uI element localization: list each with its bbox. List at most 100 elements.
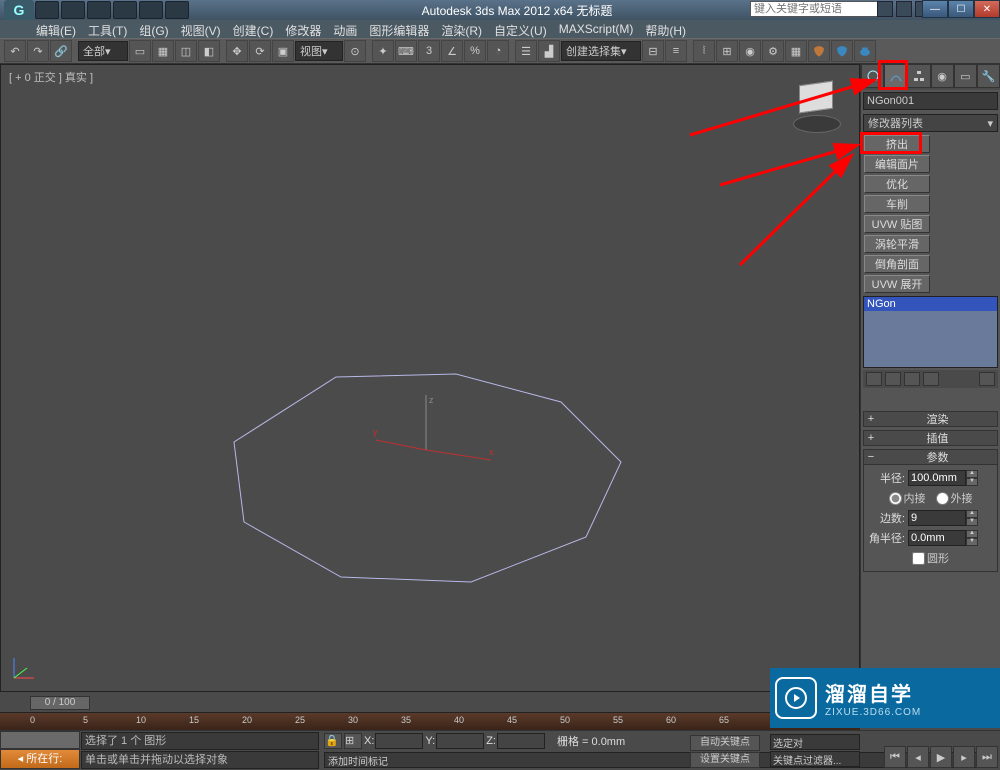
show-result-button[interactable] [885,372,901,386]
snap-button[interactable]: 3 [418,40,440,62]
modifier-stack[interactable]: NGon [863,296,998,368]
tab-motion[interactable]: ◉ [931,64,954,88]
maximize-button[interactable]: ☐ [948,0,974,18]
percent-snap-button[interactable]: % [464,40,486,62]
link-button[interactable]: 🔗 [50,40,72,62]
next-frame-button[interactable]: ▸ [953,746,975,768]
keyfilter-dropdown[interactable]: 选定对 [770,734,860,750]
scale-button[interactable]: ▣ [272,40,294,62]
material-editor-button[interactable]: ◉ [739,40,761,62]
coord-x-input[interactable] [375,733,423,749]
keyboard-button[interactable]: ⌨ [395,40,417,62]
help-search-input[interactable] [750,1,890,17]
play-button[interactable]: ▶ [930,746,952,768]
menu-view[interactable]: 视图(V) [175,20,227,38]
menu-animation[interactable]: 动画 [327,20,363,38]
viewcube[interactable] [789,79,845,135]
pivot-button[interactable]: ⊙ [344,40,366,62]
pin-stack-button[interactable] [866,372,882,386]
teapot-icon[interactable] [854,40,876,62]
angle-snap-button[interactable]: ∠ [441,40,463,62]
minimize-button[interactable]: — [922,0,948,18]
object-name-input[interactable] [863,92,998,110]
manipulate-button[interactable]: ✦ [372,40,394,62]
align-button[interactable]: ⊟ [642,40,664,62]
goto-start-button[interactable]: ⏮ [884,746,906,768]
qat-button[interactable] [87,1,111,19]
spinner-down[interactable]: ▼ [966,538,978,546]
stack-item-ngon[interactable]: NGon [864,297,997,311]
spinner-down[interactable]: ▼ [966,518,978,526]
setkey-button[interactable]: 设置关键点 [690,752,760,768]
tab-hierarchy[interactable] [907,64,930,88]
menu-customize[interactable]: 自定义(U) [488,20,553,38]
circular-checkbox[interactable] [912,552,925,565]
menu-create[interactable]: 创建(C) [227,20,280,38]
qat-button[interactable] [61,1,85,19]
timeline-ruler[interactable]: 0 5 10 15 20 25 30 35 40 45 50 55 60 65 … [0,712,860,730]
sides-input[interactable] [908,510,966,526]
rollout-render-header[interactable]: +渲染 [863,411,998,427]
autokey-button[interactable]: 自动关键点 [690,735,760,751]
undo-button[interactable]: ↶ [4,40,26,62]
maxscript-line-button[interactable]: ◂ 所在行: [0,749,80,769]
modifier-list-dropdown[interactable]: 修改器列表▾ [863,114,998,132]
schematic-button[interactable]: ⊞ [716,40,738,62]
named-sel-button[interactable]: ☰ [515,40,537,62]
modifier-lathe-button[interactable]: 车削 [864,195,930,213]
spinner-up[interactable]: ▲ [966,470,978,478]
menu-modifiers[interactable]: 修改器 [279,20,327,38]
tab-utilities[interactable]: 🔧 [977,64,1000,88]
make-unique-button[interactable] [904,372,920,386]
menu-render[interactable]: 渲染(R) [435,20,488,38]
keyfilter-button[interactable]: 关键点过滤器... [770,751,860,767]
menu-edit[interactable]: 编辑(E) [30,20,82,38]
modifier-turbosmooth-button[interactable]: 涡轮平滑 [864,235,930,253]
spinner-up[interactable]: ▲ [966,510,978,518]
remove-mod-button[interactable] [923,372,939,386]
curve-editor-button[interactable]: ⦚ [693,40,715,62]
spinner-up[interactable]: ▲ [966,530,978,538]
qat-button[interactable] [165,1,189,19]
infocenter-icon[interactable] [896,1,912,17]
render-button[interactable] [808,40,830,62]
coord-z-input[interactable] [497,733,545,749]
layers-button[interactable]: ≡ [665,40,687,62]
modifier-editpatch-button[interactable]: 编辑面片 [864,155,930,173]
modifier-bevelprofile-button[interactable]: 倒角剖面 [864,255,930,273]
window-crossing-button[interactable]: ◧ [198,40,220,62]
rotate-button[interactable]: ⟳ [249,40,271,62]
spinner-snap-button[interactable]: ◔ [487,40,509,62]
app-icon[interactable]: G [4,0,34,20]
infocenter-icon[interactable] [877,1,893,17]
rollout-interp-header[interactable]: +插值 [863,430,998,446]
tab-display[interactable]: ▭ [954,64,977,88]
coord-y-input[interactable] [436,733,484,749]
modifier-uvwmap-button[interactable]: UVW 贴图 [864,215,930,233]
menu-tools[interactable]: 工具(T) [82,20,133,38]
mini-listener[interactable] [0,731,80,749]
qat-button[interactable] [139,1,163,19]
lock-icon[interactable]: 🔒 [324,733,342,749]
circumscribed-radio[interactable] [936,492,949,505]
rollout-params-header[interactable]: −参数 [863,449,998,465]
menu-group[interactable]: 组(G) [133,20,174,38]
viewport-perspective[interactable]: [ + 0 正交 ] 真实 ] z x y [0,64,860,692]
select-region-button[interactable]: ◫ [175,40,197,62]
named-selection-dropdown[interactable]: 创建选择集 ▾ [561,41,641,61]
render-frame-button[interactable]: ▦ [785,40,807,62]
close-button[interactable]: ✕ [974,0,1000,18]
menu-grapheditor[interactable]: 图形编辑器 [363,20,435,38]
modifier-uvwunwrap-button[interactable]: UVW 展开 [864,275,930,293]
modifier-extrude-button[interactable]: 挤出 [864,135,930,153]
time-slider-knob[interactable]: 0 / 100 [30,696,90,710]
render-setup-button[interactable]: ⚙ [762,40,784,62]
sel-lock-icon[interactable]: ⊞ [344,733,362,749]
configure-sets-button[interactable] [979,372,995,386]
menu-maxscript[interactable]: MAXScript(M) [553,20,640,38]
menu-help[interactable]: 帮助(H) [639,20,692,38]
qat-button[interactable] [113,1,137,19]
refcoord-dropdown[interactable]: 视图 ▾ [295,41,343,61]
time-slider[interactable]: 0 / 100 [0,694,860,712]
select-name-button[interactable]: ▦ [152,40,174,62]
